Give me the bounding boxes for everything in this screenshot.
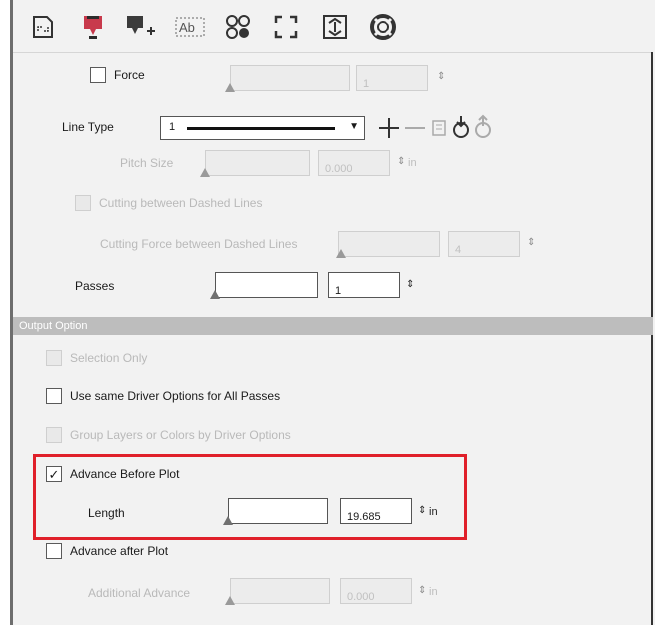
passes-label: Passes [75, 279, 115, 293]
advance-after-label: Advance after Plot [70, 544, 169, 558]
passes-slider-thumb[interactable] [210, 290, 220, 299]
pitch-size-label: Pitch Size [120, 156, 174, 170]
import-line-type-icon [453, 116, 469, 138]
add-line-type-icon [379, 118, 399, 138]
toolbar-divider [13, 52, 653, 53]
cutting-force-dashed-spinner: ⇕ [527, 237, 536, 248]
group-layers-label: Group Layers or Colors by Driver Options [70, 428, 291, 442]
passes-slider[interactable] [210, 272, 318, 299]
pitch-size-input: 0.000 [318, 150, 390, 176]
pitch-size-slider-thumb [200, 168, 210, 177]
use-same-driver-row: Use same Driver Options for All Passes [46, 388, 280, 404]
scrollbar[interactable] [651, 52, 653, 625]
cutting-force-dashed-label: Cutting Force between Dashed Lines [100, 237, 298, 251]
group-layers-row: Group Layers or Colors by Driver Options [46, 427, 291, 443]
line-sample [187, 127, 335, 130]
force-row: Force [90, 67, 145, 83]
advance-after-checkbox[interactable] [46, 543, 62, 559]
advance-after-row: Advance after Plot [46, 543, 168, 559]
force-label: Force [114, 68, 145, 82]
cutting-force-dashed-slider-thumb [336, 249, 346, 258]
circles-icon[interactable] [223, 12, 253, 42]
lifebuoy-icon[interactable] [368, 12, 398, 42]
additional-advance-row: Additional Advance [88, 586, 190, 600]
additional-advance-spinner: ⇕ [418, 585, 427, 596]
passes-spinner[interactable]: ⇕ [406, 279, 414, 290]
line-type-row: Line Type [62, 120, 114, 134]
highlight-box [33, 454, 467, 540]
pitch-size-spinner: ⇕ [397, 156, 406, 167]
additional-advance-slider-thumb [225, 596, 235, 605]
cutting-force-dashed-input: 4 [448, 231, 520, 257]
pen-icon[interactable] [78, 12, 108, 42]
register-marks-icon[interactable] [320, 12, 350, 42]
svg-text:Ab: Ab [179, 20, 195, 35]
line-type-tools [375, 112, 510, 147]
passes-input[interactable]: 1 [328, 272, 400, 298]
line-type-select[interactable]: 1 ▼ [160, 116, 365, 140]
pitch-size-slider [200, 150, 310, 177]
additional-advance-slider [225, 578, 330, 605]
cutting-force-dashed-slider [336, 231, 440, 258]
additional-advance-input: 0.000 [340, 578, 412, 604]
selection-only-checkbox [46, 350, 62, 366]
force-spinner[interactable]: ⇕ [437, 71, 445, 82]
page-layout-icon[interactable] [28, 12, 58, 42]
cutting-between-dashed-row: Cutting between Dashed Lines [75, 195, 262, 211]
pitch-size-unit: in [408, 157, 417, 169]
pitch-size-row: Pitch Size [120, 156, 173, 170]
cutting-between-dashed-label: Cutting between Dashed Lines [99, 196, 263, 210]
force-slider-thumb[interactable] [225, 83, 235, 92]
edit-line-type-icon [432, 120, 446, 136]
selection-only-row: Selection Only [46, 350, 147, 366]
toolbar: Ab [13, 0, 653, 50]
use-same-driver-checkbox[interactable] [46, 388, 62, 404]
force-input[interactable]: 1 [356, 65, 428, 91]
frame-corners-icon[interactable] [271, 12, 301, 42]
cutting-between-dashed-checkbox [75, 195, 91, 211]
line-type-label: Line Type [62, 120, 114, 134]
additional-advance-label: Additional Advance [88, 586, 191, 600]
additional-advance-unit: in [429, 586, 438, 598]
selection-only-label: Selection Only [70, 351, 148, 365]
output-option-header: Output Option [13, 317, 653, 335]
chevron-down-icon: ▼ [349, 121, 359, 132]
force-checkbox[interactable] [90, 67, 106, 83]
export-line-type-icon [475, 114, 491, 138]
line-type-value: 1 [169, 121, 176, 133]
pen-add-icon[interactable] [125, 12, 155, 42]
use-same-driver-label: Use same Driver Options for All Passes [70, 389, 281, 403]
force-slider[interactable] [225, 65, 350, 92]
cutting-force-dashed-row: Cutting Force between Dashed Lines [100, 237, 297, 251]
group-layers-checkbox [46, 427, 62, 443]
passes-row: Passes [75, 279, 114, 293]
text-outline-icon[interactable]: Ab [175, 12, 205, 42]
